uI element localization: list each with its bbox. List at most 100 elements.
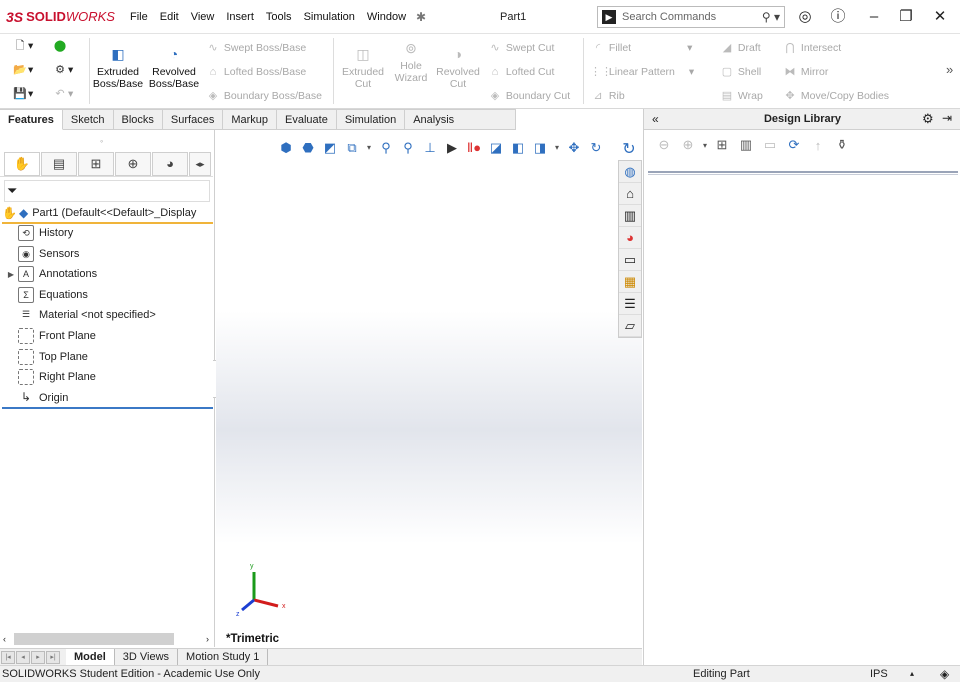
menu-window[interactable]: Window	[361, 11, 412, 23]
custom-properties-icon[interactable]: ☰	[619, 293, 641, 315]
view-orientation-icon[interactable]: ⊥	[420, 138, 440, 158]
design-library-icon[interactable]: ▥	[619, 205, 641, 227]
boundary-boss-button[interactable]: ◈ Boundary Boss/Base	[205, 88, 322, 104]
feature-tree-horizontal-scrollbar[interactable]: ‹ ›	[0, 631, 213, 647]
feature-tree-filter[interactable]: ⏷	[4, 180, 210, 202]
tab-sketch[interactable]: Sketch	[62, 109, 114, 130]
rib-button[interactable]: ⊿ Rib	[590, 88, 624, 104]
search-commands-input[interactable]: ▶ Search Commands ⚲ ▾	[597, 6, 785, 28]
wrap-button[interactable]: ▤ Wrap	[719, 88, 763, 104]
record-icon[interactable]: Ⅱ●	[464, 138, 484, 158]
up-one-level-icon[interactable]: ↑	[806, 138, 830, 153]
display-manager-tab-icon[interactable]: ◕	[152, 151, 188, 176]
scroll-thumb[interactable]	[14, 633, 174, 645]
intersect-button[interactable]: ⋂ Intersect	[782, 40, 841, 56]
menu-insert[interactable]: Insert	[220, 11, 260, 23]
fillet-dropdown-icon[interactable]: ▾	[687, 42, 692, 54]
first-tab-icon[interactable]: |◂	[1, 650, 15, 664]
tab-surfaces[interactable]: Surfaces	[162, 109, 224, 130]
solidworks-resources-icon[interactable]: ◍	[619, 161, 641, 183]
user-account-icon[interactable]: ◎	[793, 6, 817, 28]
tab-3d-views[interactable]: 3D Views	[115, 648, 179, 666]
tree-item-origin[interactable]: ↳ Origin	[4, 388, 68, 408]
forum-icon[interactable]: ▱	[619, 315, 641, 337]
zoom-to-fit-icon[interactable]: ⬢	[276, 138, 296, 158]
tab-analysis-preparation[interactable]: Analysis Preparation	[405, 109, 516, 146]
tree-item-front-plane[interactable]: Front Plane	[4, 326, 96, 346]
dropdown-icon[interactable]: ▾	[552, 138, 562, 158]
swept-boss-button[interactable]: ∿ Swept Boss/Base	[205, 40, 306, 56]
hole-wizard-button[interactable]: ⊚ Hole Wizard	[390, 38, 432, 84]
tab-motion-study-1[interactable]: Motion Study 1	[178, 648, 269, 666]
last-tab-icon[interactable]: ▸|	[46, 650, 60, 664]
hide-show-items-icon[interactable]: ◧	[508, 138, 528, 158]
rebuild-traffic-light-button[interactable]: ⬤	[52, 38, 68, 54]
add-file-location-icon[interactable]: ▥	[734, 137, 758, 153]
history-dropdown-icon[interactable]: ▾	[700, 141, 710, 150]
back-icon[interactable]: ⊖	[652, 137, 676, 153]
tab-features[interactable]: Features	[0, 109, 63, 130]
create-folder-icon[interactable]: ▭	[758, 137, 782, 153]
zoom-in-icon[interactable]: ⚲	[376, 138, 396, 158]
more-commands-chevron-icon[interactable]: »	[946, 62, 953, 77]
rotate-view-icon[interactable]: ↻	[618, 139, 640, 159]
zoom-out-icon[interactable]: ⚲	[398, 138, 418, 158]
edit-appearance-icon[interactable]: ◨	[530, 138, 550, 158]
menu-view[interactable]: View	[185, 11, 221, 23]
dropdown-icon[interactable]: ▾	[364, 138, 374, 158]
solidworks-logo[interactable]: 3S SOLID WORKS	[6, 9, 124, 25]
revolved-cut-button[interactable]: ◑ Revolved Cut	[434, 44, 482, 90]
home-icon[interactable]: ⌂	[619, 183, 641, 205]
rollback-bar[interactable]	[2, 407, 213, 409]
expand-arrow-icon[interactable]: ▶	[4, 270, 18, 279]
extruded-boss-button[interactable]: ◧ Extruded Boss/Base	[92, 44, 144, 90]
tab-evaluate[interactable]: Evaluate	[277, 109, 337, 130]
panel-grip-icon[interactable]: ◦	[100, 136, 103, 146]
previous-view-icon[interactable]: ◩	[320, 138, 340, 158]
design-library-divider[interactable]	[648, 171, 958, 175]
pattern-dropdown-icon[interactable]: ▾	[689, 66, 694, 78]
section-view-icon[interactable]: ⧉	[342, 138, 362, 158]
open-button[interactable]: 📂 ▾	[12, 62, 33, 78]
help-icon[interactable]: ⓘ	[826, 6, 850, 28]
menu-file[interactable]: File	[124, 11, 154, 23]
toolbox-icon[interactable]: ⚱	[830, 137, 854, 153]
tab-simulation[interactable]: Simulation	[336, 109, 406, 130]
pan-icon[interactable]: ✥	[564, 138, 584, 158]
linear-pattern-button[interactable]: ⋮⋮ Linear Pattern ▾	[590, 64, 694, 80]
display-style-icon[interactable]: ◪	[486, 138, 506, 158]
property-manager-tab-icon[interactable]: ▤	[41, 151, 77, 176]
restore-button[interactable]: ❐	[894, 6, 918, 28]
menu-edit[interactable]: Edit	[154, 11, 185, 23]
tree-item-equations[interactable]: Σ Equations	[4, 285, 88, 305]
tab-markup[interactable]: Markup	[223, 109, 278, 130]
tree-item-right-plane[interactable]: Right Plane	[4, 367, 96, 387]
undo-button[interactable]: ↶ ▾	[52, 86, 73, 102]
shell-button[interactable]: ▢ Shell	[719, 64, 761, 80]
lofted-boss-button[interactable]: ⌂ Lofted Boss/Base	[205, 64, 307, 80]
customize-status-icon[interactable]: ◈	[940, 666, 949, 682]
scroll-right-icon[interactable]: ›	[206, 634, 209, 644]
tree-item-material[interactable]: ☰ Material <not specified>	[4, 305, 156, 325]
prev-tab-icon[interactable]: ◂	[16, 650, 30, 664]
new-document-button[interactable]: 🗋 ▾	[12, 38, 34, 54]
view-palette-icon[interactable]: ▦	[619, 271, 641, 293]
part-root-node[interactable]: ✋ ◆ Part1 (Default<<Default>_Display	[2, 204, 213, 224]
tab-blocks[interactable]: Blocks	[113, 109, 163, 130]
rotate-icon[interactable]: ↻	[586, 138, 606, 158]
boundary-cut-button[interactable]: ◈ Boundary Cut	[487, 88, 570, 104]
tree-item-sensors[interactable]: ◉ Sensors	[4, 244, 79, 264]
unit-system-selector[interactable]: IPS	[870, 666, 888, 682]
move-copy-bodies-button[interactable]: ✥ Move/Copy Bodies	[782, 88, 889, 104]
minimize-button[interactable]: –	[862, 6, 886, 28]
tree-item-history[interactable]: ⟲ History	[4, 223, 73, 243]
revolved-boss-button[interactable]: ◔ Revolved Boss/Base	[148, 44, 200, 90]
appearances-icon[interactable]: ◕	[619, 227, 641, 249]
dimxpert-tab-icon[interactable]: ⊕	[115, 151, 151, 176]
feature-tree-tab-icon[interactable]: ✋	[4, 151, 40, 176]
file-explorer-icon[interactable]: ▭	[619, 249, 641, 271]
options-button[interactable]: ⚙ ▾	[52, 62, 73, 78]
pin-menu-icon[interactable]: ✱	[416, 10, 426, 24]
draft-button[interactable]: ◢ Draft	[719, 40, 761, 56]
tab-model[interactable]: Model	[66, 648, 115, 666]
